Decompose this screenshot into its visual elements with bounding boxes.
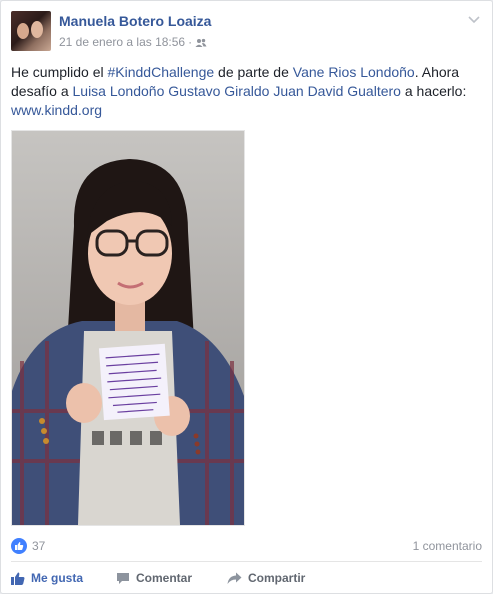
hashtag-link[interactable]: #KinddChallenge (108, 64, 215, 80)
share-button[interactable]: Compartir (227, 571, 305, 585)
post-text: He cumplido el #KinddChallenge de parte … (11, 64, 467, 118)
post-timestamp[interactable]: 21 de enero a las 18:56 (59, 35, 185, 49)
comment-button[interactable]: Comentar (116, 571, 192, 585)
like-count[interactable]: 37 (32, 539, 45, 553)
friends-icon[interactable] (195, 38, 207, 48)
post-meta: 21 de enero a las 18:56 · (59, 35, 207, 49)
comment-icon (117, 572, 129, 584)
share-arrow-icon (227, 572, 242, 584)
comment-count[interactable]: 1 comentario (413, 539, 482, 553)
thumbs-up-icon (11, 572, 25, 585)
post-header: Manuela Botero Loaiza 21 de enero a las … (11, 11, 482, 53)
author-name[interactable]: Manuela Botero Loaiza (59, 13, 211, 29)
tag-link-3[interactable]: Juan David Gualtero (273, 83, 401, 99)
photo-illustration (12, 131, 244, 525)
tag-link-1[interactable]: Luisa Londoño (73, 83, 165, 99)
action-bar: Me gusta Comentar Compartir (11, 567, 482, 591)
tag-link-from[interactable]: Vane Rios Londoño (293, 64, 415, 80)
meta-separator: · (188, 35, 193, 49)
author-avatar[interactable] (11, 11, 51, 51)
like-button[interactable]: Me gusta (11, 571, 83, 585)
reaction-stats: 37 1 comentario (11, 535, 482, 557)
chevron-down-icon[interactable] (468, 15, 480, 25)
external-link[interactable]: www.kindd.org (11, 102, 102, 118)
post-card: Manuela Botero Loaiza 21 de enero a las … (0, 0, 493, 594)
post-photo[interactable] (11, 130, 245, 526)
tag-link-2[interactable]: Gustavo Giraldo (168, 83, 269, 99)
action-divider (11, 561, 482, 562)
like-reaction-icon[interactable] (11, 538, 27, 554)
